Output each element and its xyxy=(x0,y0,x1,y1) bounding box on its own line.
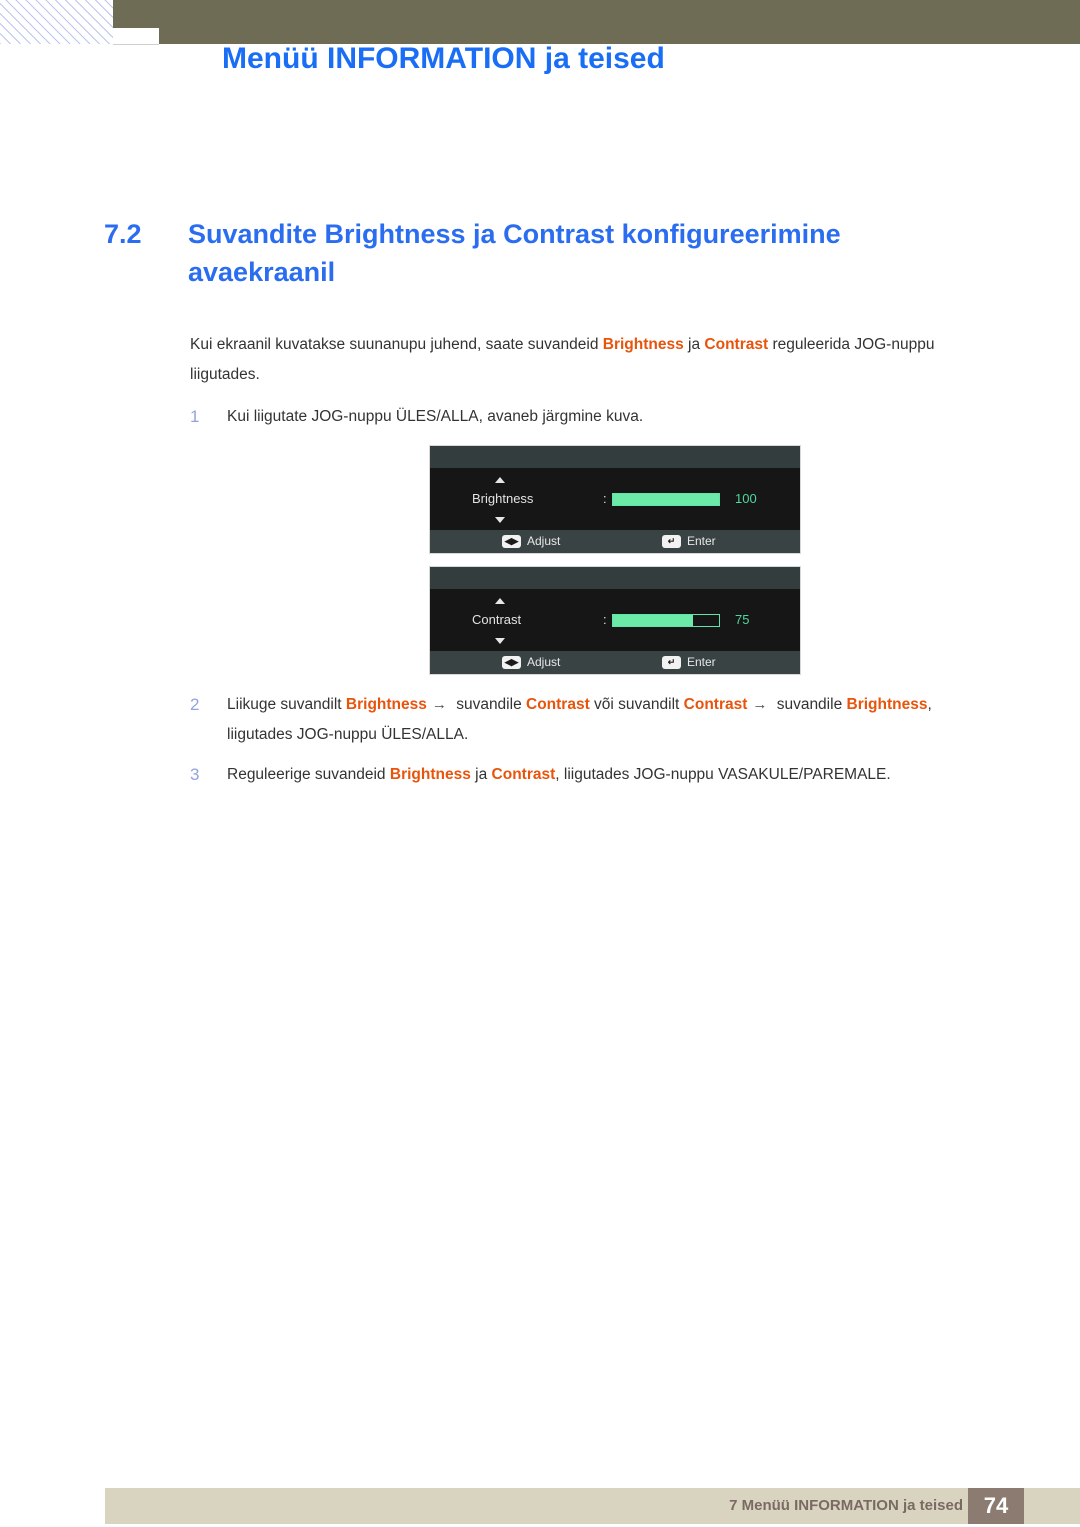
right-arrow-icon: → xyxy=(431,696,447,713)
step2-highlight-2: Contrast xyxy=(526,696,590,713)
right-arrow-icon: → xyxy=(752,696,768,713)
step3-text-3: , liigutades JOG-nuppu VASAKULE/PAREMALE… xyxy=(555,766,891,783)
osd-adjust-label: Adjust xyxy=(527,655,561,669)
caret-up-icon xyxy=(495,477,505,483)
osd-panel-contrast: Contrast : 75 ◀▶ Adjust ↵ Enter xyxy=(429,566,801,675)
step2-highlight-1: Brightness xyxy=(345,696,427,713)
step2-text-2: suvandile xyxy=(451,696,526,713)
osd-colon: : xyxy=(603,491,607,506)
step2-text-1: Liikuge suvandilt xyxy=(227,696,346,713)
list-item: 1 Kui liigutate JOG-nuppu ÜLES/ALLA, ava… xyxy=(190,402,990,432)
body-content-lower: 2 Liikuge suvandilt Brightness → suvandil… xyxy=(190,690,990,794)
left-right-arrow-icon: ◀▶ xyxy=(502,655,521,669)
header-hatch-pattern xyxy=(0,0,113,44)
osd-panel-brightness: Brightness : 100 ◀▶ Adjust ↵ Enter xyxy=(429,445,801,554)
section-number: 7.2 xyxy=(104,219,142,249)
section-heading: 7.2 Suvandite Brightness ja Contrast kon… xyxy=(104,215,984,291)
osd-label: Contrast xyxy=(472,612,522,627)
step3-highlight-2: Contrast xyxy=(491,766,556,783)
osd-body: Brightness : 100 xyxy=(430,468,800,530)
header-band xyxy=(113,0,1080,44)
caret-up-icon xyxy=(495,598,505,604)
intro-highlight-contrast: Contrast xyxy=(704,336,769,353)
osd-slider-track[interactable] xyxy=(612,614,720,627)
osd-body: Contrast : 75 xyxy=(430,589,800,651)
osd-slider-track[interactable] xyxy=(612,493,720,506)
osd-slider-fill xyxy=(613,494,719,505)
osd-colon: : xyxy=(603,612,607,627)
osd-top-bar xyxy=(430,567,800,589)
step3-highlight-1: Brightness xyxy=(389,766,471,783)
osd-label: Brightness xyxy=(472,491,534,506)
left-right-arrow-icon: ◀▶ xyxy=(502,534,521,548)
intro-paragraph: Kui ekraanil kuvatakse suunanupu juhend,… xyxy=(190,330,990,390)
osd-hint-enter: ↵ Enter xyxy=(662,655,716,669)
footer-chapter-label: 7 Menüü INFORMATION ja teised xyxy=(729,1497,963,1514)
section-title: Suvandite Brightness ja Contrast konfigu… xyxy=(188,219,841,287)
osd-slider-fill xyxy=(613,615,693,626)
step2-highlight-3: Contrast xyxy=(683,696,748,713)
osd-screenshot-group: Brightness : 100 ◀▶ Adjust ↵ Enter Contr… xyxy=(429,445,801,675)
body-content: Kui ekraanil kuvatakse suunanupu juhend,… xyxy=(190,330,990,436)
step-number-2: 2 xyxy=(190,695,200,714)
step-number-3: 3 xyxy=(190,765,200,784)
step-text-1: Kui liigutate JOG-nuppu ÜLES/ALLA, avane… xyxy=(227,408,644,425)
intro-text-1: Kui ekraanil kuvatakse suunanupu juhend,… xyxy=(190,336,603,353)
osd-enter-label: Enter xyxy=(687,534,716,548)
osd-hint-enter: ↵ Enter xyxy=(662,534,716,548)
osd-footer-bar: ◀▶ Adjust ↵ Enter xyxy=(430,530,800,553)
osd-hint-adjust: ◀▶ Adjust xyxy=(502,655,560,669)
step2-text-3: või suvandilt xyxy=(589,696,684,713)
enter-return-icon: ↵ xyxy=(662,655,681,669)
footer-page-number: 74 xyxy=(968,1488,1024,1524)
step-number-1: 1 xyxy=(190,407,200,426)
step3-text-2: ja xyxy=(470,766,492,783)
enter-return-icon: ↵ xyxy=(662,534,681,548)
caret-down-icon xyxy=(495,517,505,523)
page-title: Menüü INFORMATION ja teised xyxy=(222,42,665,75)
page-header xyxy=(0,0,1080,45)
osd-top-bar xyxy=(430,446,800,468)
list-item: 2 Liikuge suvandilt Brightness → suvandil… xyxy=(190,690,990,750)
osd-adjust-label: Adjust xyxy=(527,534,561,548)
step2-highlight-4: Brightness xyxy=(846,696,928,713)
intro-highlight-brightness: Brightness xyxy=(602,336,684,353)
page-footer: 7 Menüü INFORMATION ja teised 74 xyxy=(105,1488,1080,1524)
list-item: 3 Reguleerige suvandeid Brightness ja Co… xyxy=(190,760,990,790)
intro-text-2: ja xyxy=(683,336,705,353)
step-text-2: Liikuge suvandilt Brightness → suvandile … xyxy=(227,690,990,750)
caret-down-icon xyxy=(495,638,505,644)
osd-value: 75 xyxy=(735,612,750,627)
step2-text-4: suvandile xyxy=(772,696,847,713)
step-text-3: Reguleerige suvandeid Brightness ja Cont… xyxy=(227,760,990,790)
osd-enter-label: Enter xyxy=(687,655,716,669)
header-notch xyxy=(113,28,159,45)
osd-value: 100 xyxy=(735,491,757,506)
step3-text-1: Reguleerige suvandeid xyxy=(227,766,390,783)
osd-footer-bar: ◀▶ Adjust ↵ Enter xyxy=(430,651,800,674)
osd-hint-adjust: ◀▶ Adjust xyxy=(502,534,560,548)
